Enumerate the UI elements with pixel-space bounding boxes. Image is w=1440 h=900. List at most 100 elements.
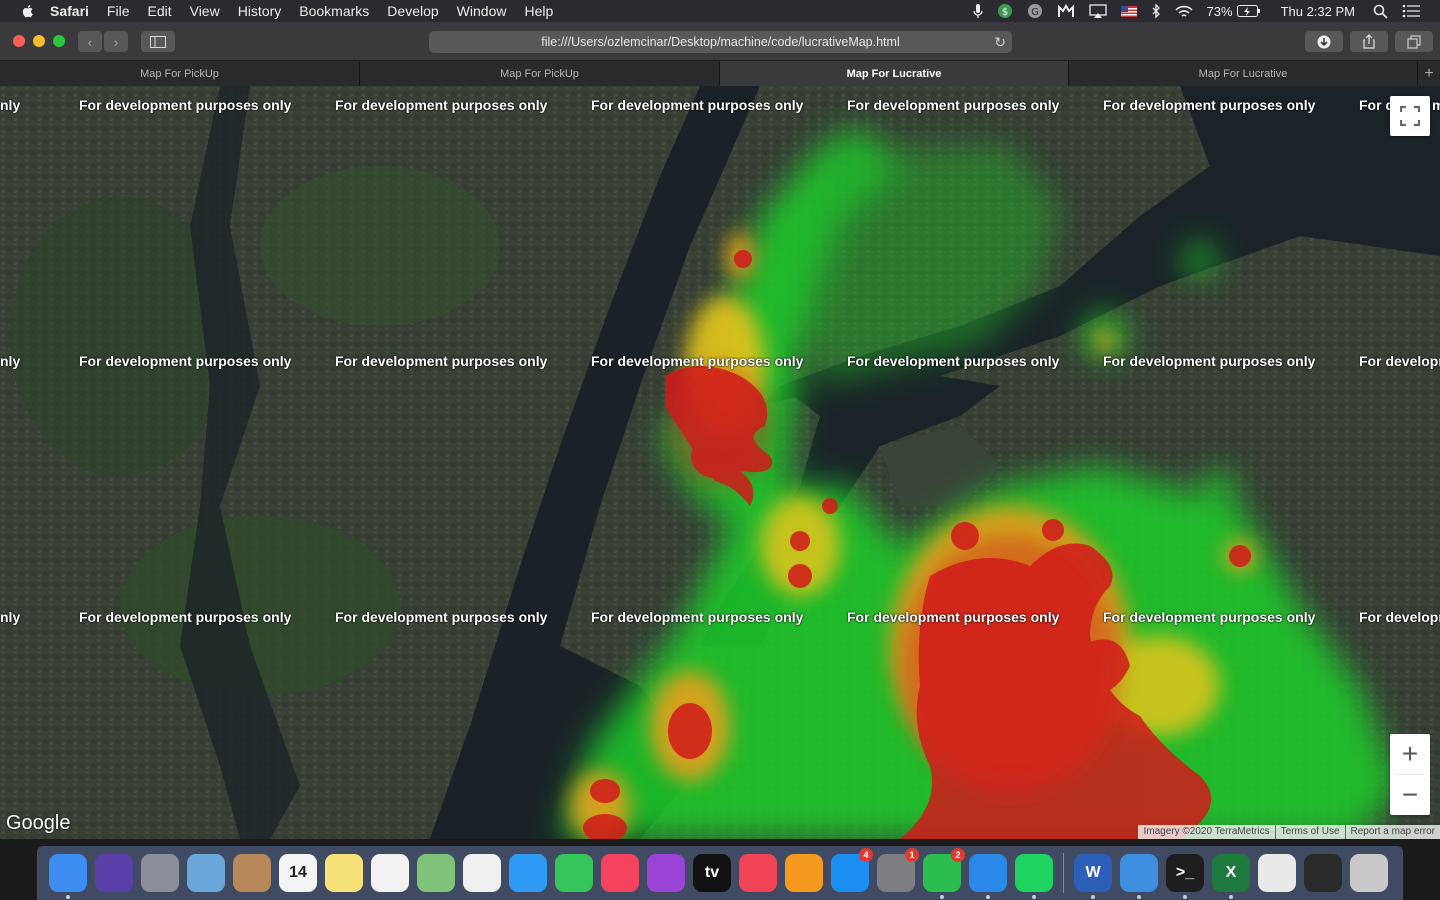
excel-icon[interactable]: X: [1212, 854, 1250, 899]
close-window-button[interactable]: [13, 35, 25, 47]
microphone-icon[interactable]: [972, 3, 983, 19]
flag-icon[interactable]: [1120, 5, 1137, 17]
launchpad-icon[interactable]: [141, 854, 179, 892]
podcasts-icon[interactable]: [647, 854, 685, 892]
menu-history[interactable]: History: [238, 3, 282, 19]
google-logo[interactable]: Google: [6, 812, 71, 835]
clock[interactable]: Thu 2:32 PM: [1281, 4, 1355, 19]
books-icon[interactable]: [785, 854, 823, 892]
menu-help[interactable]: Help: [524, 3, 553, 19]
tab-label: Map For PickUp: [140, 67, 219, 80]
zoom-out-button[interactable]: −: [1390, 775, 1430, 815]
fullscreen-button[interactable]: [1390, 96, 1430, 136]
zoom-in-button[interactable]: +: [1390, 734, 1430, 774]
running-indicator: [1032, 895, 1036, 899]
tab-map-lucrative-active[interactable]: Map For Lucrative: [720, 61, 1069, 86]
menu-view[interactable]: View: [190, 3, 220, 19]
menu-edit[interactable]: Edit: [147, 3, 171, 19]
battery-icon[interactable]: [1236, 5, 1261, 17]
tab-label: Map For PickUp: [500, 67, 579, 80]
siri-icon[interactable]: [95, 854, 133, 892]
download-icon: [1317, 35, 1331, 48]
tabs-overview-button[interactable]: [1395, 31, 1433, 52]
maps-icon[interactable]: [417, 854, 455, 892]
notification-center-icon[interactable]: [1402, 4, 1420, 18]
menu-bookmarks[interactable]: Bookmarks: [299, 3, 369, 19]
zoom-window-button[interactable]: [53, 35, 65, 47]
watermark: For development purposes only: [1103, 353, 1316, 369]
apple-icon[interactable]: [20, 3, 36, 19]
back-button[interactable]: ‹: [78, 31, 102, 52]
contacts-icon[interactable]: [233, 854, 271, 892]
wifi-icon[interactable]: [1174, 5, 1193, 18]
grammarly-icon[interactable]: G: [1027, 3, 1043, 19]
airplay-icon[interactable]: [1088, 4, 1107, 18]
screenshot-icon[interactable]: [1304, 854, 1342, 892]
menu-app-name[interactable]: Safari: [50, 3, 89, 19]
battery-percent: 73%: [1206, 3, 1233, 19]
document-icon[interactable]: [1258, 854, 1296, 892]
malwarebytes-icon[interactable]: [1057, 4, 1075, 18]
dollar-icon[interactable]: $: [997, 3, 1013, 19]
tab-label: Map For Lucrative: [846, 67, 942, 80]
watermark-fragment: For developm: [1359, 609, 1440, 625]
app-store-icon[interactable]: 4: [831, 848, 873, 892]
watermark-fragment: nly: [0, 97, 21, 113]
watermark: For development purposes only: [591, 609, 804, 625]
running-indicator: [1229, 895, 1233, 899]
terms-of-use-link[interactable]: Terms of Use: [1275, 825, 1345, 839]
tab-map-lucrative-2[interactable]: Map For Lucrative: [1069, 61, 1418, 86]
safari-icon[interactable]: [969, 854, 1007, 899]
trash-icon[interactable]: [1350, 854, 1388, 892]
watermark: For development purposes only: [847, 609, 1060, 625]
spotify-icon[interactable]: [1015, 854, 1053, 899]
messages-icon[interactable]: [509, 854, 547, 892]
reminders-icon[interactable]: [371, 854, 409, 892]
chevron-right-icon: ›: [113, 33, 119, 50]
report-map-error-link[interactable]: Report a map error: [1345, 825, 1440, 839]
reload-icon[interactable]: ↻: [994, 34, 1006, 51]
forward-button[interactable]: ›: [104, 31, 128, 52]
facetime-icon[interactable]: [555, 854, 593, 892]
sidebar-toggle-button[interactable]: [141, 31, 175, 52]
calendar-icon[interactable]: 14: [279, 854, 317, 892]
imagery-credit: Imagery ©2020 TerraMetrics: [1138, 825, 1275, 839]
menu-file[interactable]: File: [107, 3, 130, 19]
news-icon[interactable]: [739, 854, 777, 892]
share-button[interactable]: [1350, 31, 1388, 52]
music-icon[interactable]: [601, 854, 639, 892]
watermark-fragment: nly: [0, 609, 21, 625]
photos-icon[interactable]: [463, 854, 501, 892]
address-bar[interactable]: file:///Users/ozlemcinar/Desktop/machine…: [429, 31, 1012, 53]
dock-separator: [1063, 853, 1064, 893]
running-indicator: [986, 895, 990, 899]
menu-window[interactable]: Window: [457, 3, 507, 19]
tab-bar: Map For PickUp Map For PickUp Map For Lu…: [0, 61, 1440, 86]
notes-icon[interactable]: [325, 854, 363, 892]
new-tab-button[interactable]: +: [1418, 61, 1440, 86]
watermark: For development purposes only: [335, 97, 548, 113]
menu-develop[interactable]: Develop: [387, 3, 438, 19]
notification-badge: 1: [905, 848, 919, 862]
minimize-window-button[interactable]: [33, 35, 45, 47]
map-attribution: Imagery ©2020 TerraMetrics Terms of Use …: [1137, 825, 1440, 839]
xcode-icon[interactable]: [1120, 854, 1158, 899]
tabs-icon: [1407, 35, 1421, 48]
finder-icon[interactable]: [49, 854, 87, 899]
bluetooth-icon[interactable]: [1151, 3, 1161, 19]
terminal-icon[interactable]: >_: [1166, 854, 1204, 899]
svg-text:G: G: [1031, 7, 1039, 18]
mail-icon[interactable]: [187, 854, 225, 892]
plus-icon: +: [1424, 64, 1434, 82]
tab-map-pickup-2[interactable]: Map For PickUp: [360, 61, 720, 86]
watermark: For development purposes only: [847, 97, 1060, 113]
downloads-button[interactable]: [1305, 31, 1343, 52]
tv-icon[interactable]: tv: [693, 854, 731, 892]
status-area: $ G 73% Thu 2:32 PM: [972, 0, 1440, 22]
spotlight-icon[interactable]: [1373, 4, 1388, 19]
tab-map-pickup-1[interactable]: Map For PickUp: [0, 61, 360, 86]
word-icon[interactable]: W: [1074, 854, 1112, 899]
map-canvas[interactable]: nly For development purposes only For de…: [0, 86, 1440, 839]
whatsapp-icon[interactable]: 2: [923, 848, 965, 899]
system-preferences-icon[interactable]: 1: [877, 848, 919, 892]
